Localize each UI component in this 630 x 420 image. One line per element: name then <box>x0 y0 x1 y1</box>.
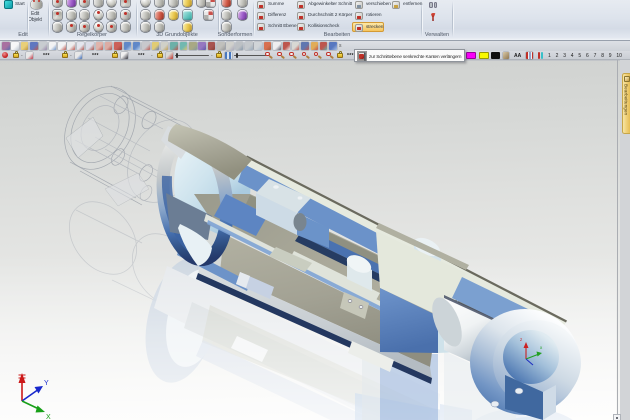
svg-text:Y: Y <box>44 380 49 387</box>
svg-text:X: X <box>46 414 51 420</box>
